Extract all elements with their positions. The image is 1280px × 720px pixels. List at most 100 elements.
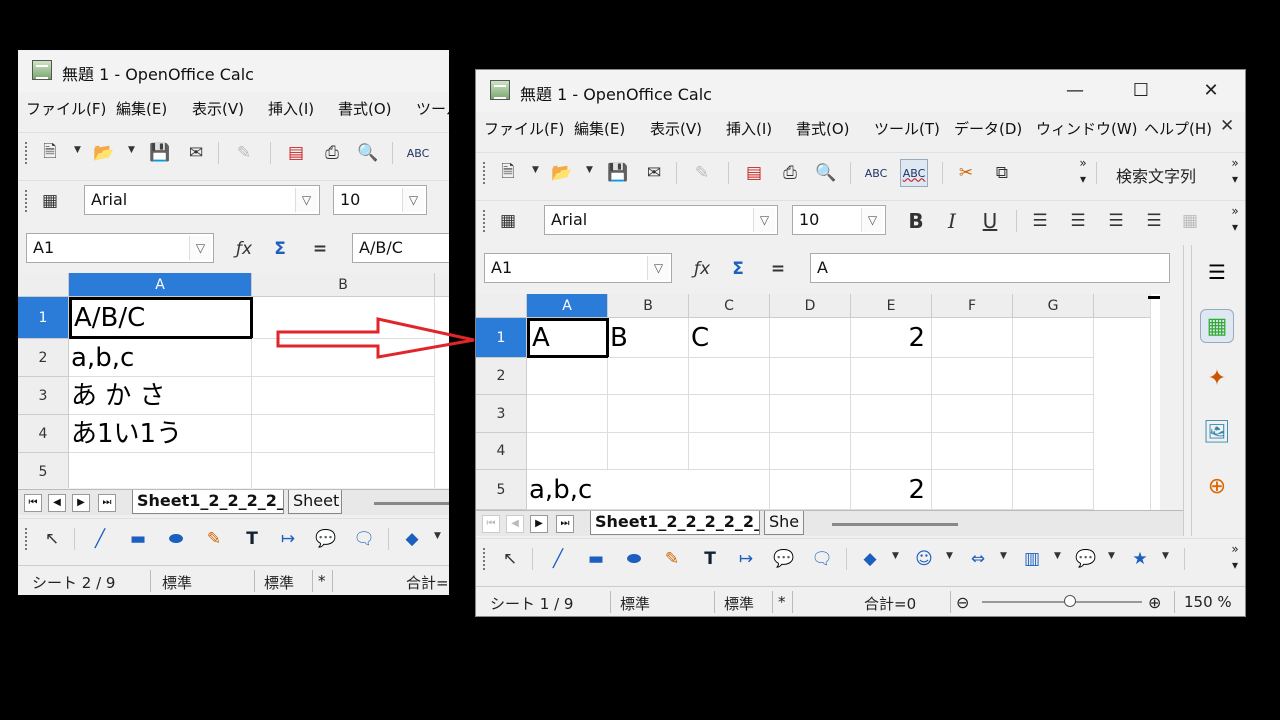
menu-tools[interactable]: ツール	[416, 98, 449, 119]
equals-icon[interactable]: =	[764, 255, 792, 283]
menu-view[interactable]: 表示(V)	[192, 98, 244, 119]
insert-mode[interactable]: 標準	[264, 572, 294, 593]
cell-a5[interactable]	[69, 453, 252, 488]
menu-insert[interactable]: 挿入(I)	[268, 98, 314, 119]
cell-b5[interactable]	[252, 453, 435, 488]
column-header[interactable]: F	[932, 294, 1013, 318]
cell-d3[interactable]	[770, 395, 851, 433]
column-header[interactable]: B	[252, 273, 435, 297]
open-folder-icon[interactable]: 📂	[548, 159, 576, 187]
text-icon[interactable]: T	[238, 525, 266, 553]
column-header[interactable]: A	[527, 294, 608, 318]
email-icon[interactable]: ✉	[640, 159, 668, 187]
email-icon[interactable]: ✉	[182, 139, 210, 167]
row-header[interactable]: 2	[476, 358, 527, 395]
print-preview-icon[interactable]: 🔍	[812, 159, 840, 187]
line-icon[interactable]: ╱	[86, 525, 114, 553]
cell-a2[interactable]	[527, 358, 608, 395]
cell-d1[interactable]	[770, 318, 851, 358]
zoom-in-icon[interactable]: ⊕	[1148, 593, 1161, 612]
callout-icon[interactable]: 💬	[770, 545, 798, 573]
sidebar-menu-icon[interactable]: ☰	[1200, 255, 1234, 289]
select-arrow-icon[interactable]: ↖	[38, 525, 66, 553]
open-dropdown-icon[interactable]: ▼	[586, 165, 593, 175]
cell-d4[interactable]	[770, 433, 851, 470]
align-right-icon[interactable]: ☰	[1102, 207, 1130, 235]
page-style[interactable]: 標準	[620, 593, 650, 614]
cell-c3[interactable]	[689, 395, 770, 433]
column-header[interactable]: D	[770, 294, 851, 318]
symbol-shapes-icon[interactable]: ☺	[910, 545, 938, 573]
row-header[interactable]: 3	[476, 395, 527, 433]
cell-a1[interactable]: A/B/C	[69, 297, 253, 339]
row-header[interactable]: 1	[476, 318, 527, 358]
freeform-icon[interactable]: ✎	[200, 525, 228, 553]
zoom-out-icon[interactable]: ⊖	[956, 593, 969, 612]
align-center-icon[interactable]: ☰	[1064, 207, 1092, 235]
underline-icon[interactable]: U	[976, 207, 1004, 235]
vertical-scrollbar[interactable]	[1150, 294, 1160, 510]
toolbar-grip[interactable]	[483, 548, 486, 570]
styles-formatting-icon[interactable]: ✦	[1200, 361, 1234, 395]
shapes-dropdown-icon[interactable]: ▼	[892, 551, 899, 561]
function-wizard-icon[interactable]: ƒx	[230, 235, 258, 263]
function-wizard-icon[interactable]: ƒx	[688, 255, 716, 283]
last-sheet-icon[interactable]: ⏭	[556, 515, 574, 533]
cell-b4[interactable]	[608, 433, 689, 470]
arrows-dropdown-icon[interactable]: ▼	[1000, 551, 1007, 561]
export-pdf-icon[interactable]: ▤	[282, 139, 310, 167]
justify-icon[interactable]: ☰	[1140, 207, 1168, 235]
text-icon[interactable]: T	[696, 545, 724, 573]
stars-icon[interactable]: ★	[1126, 545, 1154, 573]
open-folder-icon[interactable]: 📂	[90, 139, 118, 167]
row-header[interactable]: 4	[476, 433, 527, 470]
cell-f5[interactable]	[932, 470, 1013, 510]
autospellcheck-icon[interactable]: ABC	[900, 159, 928, 187]
sidebar-collapse-handle[interactable]	[1184, 245, 1192, 536]
chevron-down-icon[interactable]: ▽	[861, 208, 883, 232]
properties-icon[interactable]: ▦	[1200, 309, 1234, 343]
cell-c1[interactable]: C	[689, 318, 770, 358]
font-name-box[interactable]: Arial ▽	[84, 185, 320, 215]
bold-icon[interactable]: B	[902, 207, 930, 235]
chevron-down-icon[interactable]: ▽	[295, 188, 317, 212]
cell-g1[interactable]	[1013, 318, 1094, 358]
open-dropdown-icon[interactable]: ▼	[128, 145, 135, 155]
cell-e1[interactable]: 2	[851, 318, 932, 358]
find-overflow-icon[interactable]: » ▾	[1228, 155, 1242, 191]
new-dropdown-icon[interactable]: ▼	[74, 145, 81, 155]
cell-d5[interactable]	[770, 470, 851, 510]
flowchart-dropdown-icon[interactable]: ▼	[1054, 551, 1061, 561]
callouts-dropdown-icon[interactable]: ▼	[1108, 551, 1115, 561]
formula-input[interactable]: A/B/C	[352, 233, 449, 263]
zoom-level[interactable]: 150 %	[1184, 593, 1232, 611]
connector-icon[interactable]: ↦	[732, 545, 760, 573]
copy-icon[interactable]: ⧉	[988, 159, 1016, 187]
edit-file-icon[interactable]: ✎	[230, 139, 258, 167]
horizontal-scrollbar[interactable]	[374, 502, 449, 505]
cell-a3[interactable]	[527, 395, 608, 433]
flowchart-icon[interactable]: ▥	[1018, 545, 1046, 573]
print-preview-icon[interactable]: 🔍	[354, 139, 382, 167]
new-document-icon[interactable]: 🗎	[494, 159, 522, 187]
sheet-tab-active[interactable]: Sheet1_2_2_2_2_2	[132, 490, 284, 514]
font-size-box[interactable]: 10 ▽	[792, 205, 886, 235]
cell-a3[interactable]: あ か さ	[69, 377, 252, 415]
name-box[interactable]: A1 ▽	[26, 233, 214, 263]
column-header[interactable]: G	[1013, 294, 1094, 318]
first-sheet-icon[interactable]: ⏮	[24, 494, 42, 512]
horizontal-scrollbar[interactable]	[832, 523, 958, 526]
maximize-icon[interactable]: ☐	[1118, 70, 1164, 112]
toolbar-grip[interactable]	[25, 142, 28, 164]
close-icon[interactable]: ✕	[1188, 70, 1234, 112]
chevron-down-icon[interactable]: ▽	[647, 256, 669, 280]
first-sheet-icon[interactable]: ⏮	[482, 515, 500, 533]
cell-c2[interactable]	[689, 358, 770, 395]
row-header[interactable]: 3	[18, 377, 69, 415]
last-sheet-icon[interactable]: ⏭	[98, 494, 116, 512]
italic-icon[interactable]: I	[938, 207, 966, 235]
legend-callout-icon[interactable]: 🗨	[350, 525, 378, 553]
cell-a2[interactable]: a,b,c	[69, 339, 252, 377]
sum-icon[interactable]: Σ	[724, 255, 752, 283]
prev-sheet-icon[interactable]: ◀	[48, 494, 66, 512]
